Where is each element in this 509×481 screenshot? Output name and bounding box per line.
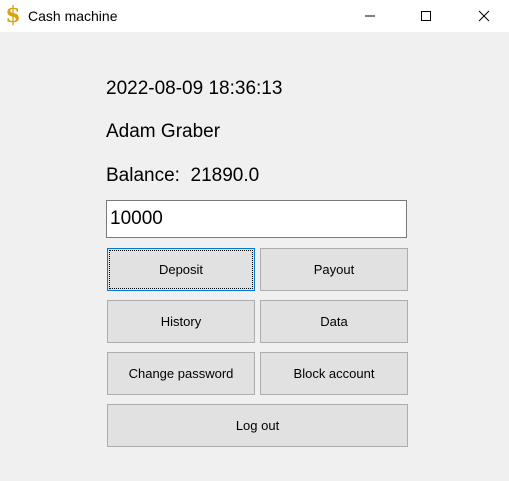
window-title: Cash machine [28, 8, 118, 24]
balance-label: Balance: [106, 165, 180, 186]
datetime-label: 2022-08-09 18:36:13 [106, 78, 283, 99]
payout-button[interactable]: Payout [260, 248, 408, 291]
maximize-button[interactable] [403, 0, 449, 32]
maximize-icon [421, 11, 431, 21]
deposit-button[interactable]: Deposit [107, 248, 255, 291]
balance-row: Balance: 21890.0 [106, 164, 259, 188]
amount-input[interactable] [106, 200, 407, 238]
close-button[interactable] [461, 0, 507, 32]
balance-value: 21890.0 [190, 165, 260, 186]
block-account-button[interactable]: Block account [260, 352, 408, 395]
dollar-sign-icon: $ [5, 2, 21, 28]
title-bar[interactable]: $ Cash machine [0, 0, 509, 32]
user-name-label: Adam Graber [106, 121, 221, 142]
log-out-button[interactable]: Log out [107, 404, 408, 447]
data-button[interactable]: Data [260, 300, 408, 343]
change-password-button[interactable]: Change password [107, 352, 255, 395]
main-panel: 2022-08-09 18:36:13 Adam Graber Balance:… [0, 32, 509, 481]
minimize-button[interactable] [347, 0, 393, 32]
minimize-icon [365, 15, 375, 17]
history-button[interactable]: History [107, 300, 255, 343]
close-icon [478, 10, 490, 22]
